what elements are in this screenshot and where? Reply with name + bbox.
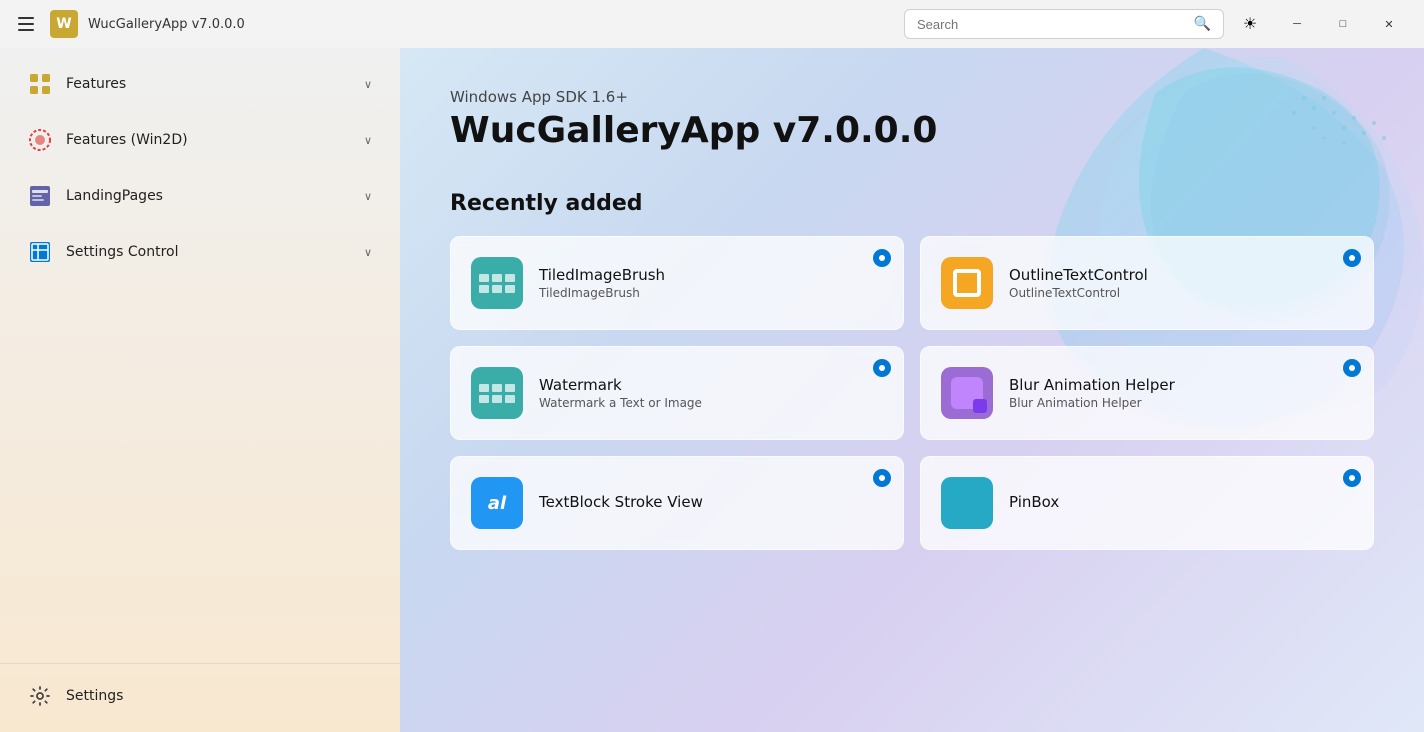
card-title: OutlineTextControl xyxy=(1009,266,1353,284)
outline-text-control-icon xyxy=(941,257,993,309)
card-title: Watermark xyxy=(539,376,883,394)
chevron-down-icon: ∨ xyxy=(364,134,372,147)
main-layout: Features ∨ Features (Win2D) ∨ xyxy=(0,48,1424,732)
window-controls: ─ □ ✕ xyxy=(1274,8,1412,40)
sidebar-item-settings[interactable]: Settings xyxy=(8,670,392,722)
titlebar-left: W WucGalleryApp v7.0.0.0 xyxy=(12,10,894,38)
minimize-button[interactable]: ─ xyxy=(1274,8,1320,40)
titlebar: W WucGalleryApp v7.0.0.0 🔍 ☀ ─ □ ✕ xyxy=(0,0,1424,48)
card-title: Blur Animation Helper xyxy=(1009,376,1353,394)
card-info: TiledImageBrush TiledImageBrush xyxy=(539,266,883,300)
card-subtitle: Blur Animation Helper xyxy=(1009,396,1353,410)
blur-animation-helper-icon xyxy=(941,367,993,419)
settings-control-icon xyxy=(28,240,52,264)
features-icon xyxy=(28,72,52,96)
settings-icon xyxy=(28,684,52,708)
card-subtitle: Watermark a Text or Image xyxy=(539,396,883,410)
card-badge xyxy=(873,469,891,487)
search-bar[interactable]: 🔍 xyxy=(904,9,1224,39)
app-title: WucGalleryApp v7.0.0.0 xyxy=(88,17,245,32)
landing-pages-icon xyxy=(28,184,52,208)
card-title: TiledImageBrush xyxy=(539,266,883,284)
sidebar-item-landing-pages-label: LandingPages xyxy=(66,188,350,204)
sidebar-item-features-win2d-label: Features (Win2D) xyxy=(66,132,350,148)
card-info: Blur Animation Helper Blur Animation Hel… xyxy=(1009,376,1353,410)
cards-grid: TiledImageBrush TiledImageBrush OutlineT… xyxy=(450,236,1374,550)
card-tiled-image-brush[interactable]: TiledImageBrush TiledImageBrush xyxy=(450,236,904,330)
sidebar-item-features-label: Features xyxy=(66,76,350,92)
sidebar-item-landing-pages[interactable]: LandingPages ∨ xyxy=(8,170,392,222)
hamburger-menu-button[interactable] xyxy=(12,11,40,37)
tiled-image-brush-icon xyxy=(471,257,523,309)
card-textblock-stroke-view[interactable]: al TextBlock Stroke View xyxy=(450,456,904,550)
card-subtitle: OutlineTextControl xyxy=(1009,286,1353,300)
card-outline-text-control[interactable]: OutlineTextControl OutlineTextControl xyxy=(920,236,1374,330)
close-button[interactable]: ✕ xyxy=(1366,8,1412,40)
card-info: Watermark Watermark a Text or Image xyxy=(539,376,883,410)
card-info: TextBlock Stroke View xyxy=(539,493,883,513)
chevron-down-icon: ∨ xyxy=(364,78,372,91)
sidebar-item-settings-control-label: Settings Control xyxy=(66,244,350,260)
card-badge xyxy=(873,249,891,267)
hero-section: Windows App SDK 1.6+ WucGalleryApp v7.0.… xyxy=(450,88,1374,151)
card-badge xyxy=(1343,249,1361,267)
card-title: PinBox xyxy=(1009,493,1353,511)
theme-toggle-button[interactable]: ☀ xyxy=(1234,8,1266,40)
pinbox-icon: 👁 xyxy=(941,477,993,529)
card-info: PinBox xyxy=(1009,493,1353,513)
search-icon: 🔍 xyxy=(1194,16,1211,32)
chevron-down-icon: ∨ xyxy=(364,246,372,259)
textblock-stroke-view-icon: al xyxy=(471,477,523,529)
sidebar-item-settings-control[interactable]: Settings Control ∨ xyxy=(8,226,392,278)
sidebar-item-settings-label: Settings xyxy=(66,688,372,704)
card-pinbox[interactable]: 👁 PinBox xyxy=(920,456,1374,550)
sidebar-item-features-win2d[interactable]: Features (Win2D) ∨ xyxy=(8,114,392,166)
card-badge xyxy=(1343,469,1361,487)
watermark-icon xyxy=(471,367,523,419)
card-watermark[interactable]: Watermark Watermark a Text or Image xyxy=(450,346,904,440)
card-badge xyxy=(873,359,891,377)
card-blur-animation-helper[interactable]: Blur Animation Helper Blur Animation Hel… xyxy=(920,346,1374,440)
card-badge xyxy=(1343,359,1361,377)
app-logo: W xyxy=(50,10,78,38)
content-area: Windows App SDK 1.6+ WucGalleryApp v7.0.… xyxy=(400,48,1424,732)
features-win2d-icon xyxy=(28,128,52,152)
card-info: OutlineTextControl OutlineTextControl xyxy=(1009,266,1353,300)
search-input[interactable] xyxy=(917,17,1186,32)
sdk-version-text: Windows App SDK 1.6+ xyxy=(450,88,1374,106)
sidebar-item-features[interactable]: Features ∨ xyxy=(8,58,392,110)
sidebar-bottom: Settings xyxy=(0,663,400,724)
maximize-button[interactable]: □ xyxy=(1320,8,1366,40)
recently-added-title: Recently added xyxy=(450,191,1374,216)
card-title: TextBlock Stroke View xyxy=(539,493,883,511)
titlebar-right: ☀ ─ □ ✕ xyxy=(1234,8,1412,40)
sidebar: Features ∨ Features (Win2D) ∨ xyxy=(0,48,400,732)
app-headline: WucGalleryApp v7.0.0.0 xyxy=(450,110,1374,151)
chevron-down-icon: ∨ xyxy=(364,190,372,203)
card-subtitle: TiledImageBrush xyxy=(539,286,883,300)
